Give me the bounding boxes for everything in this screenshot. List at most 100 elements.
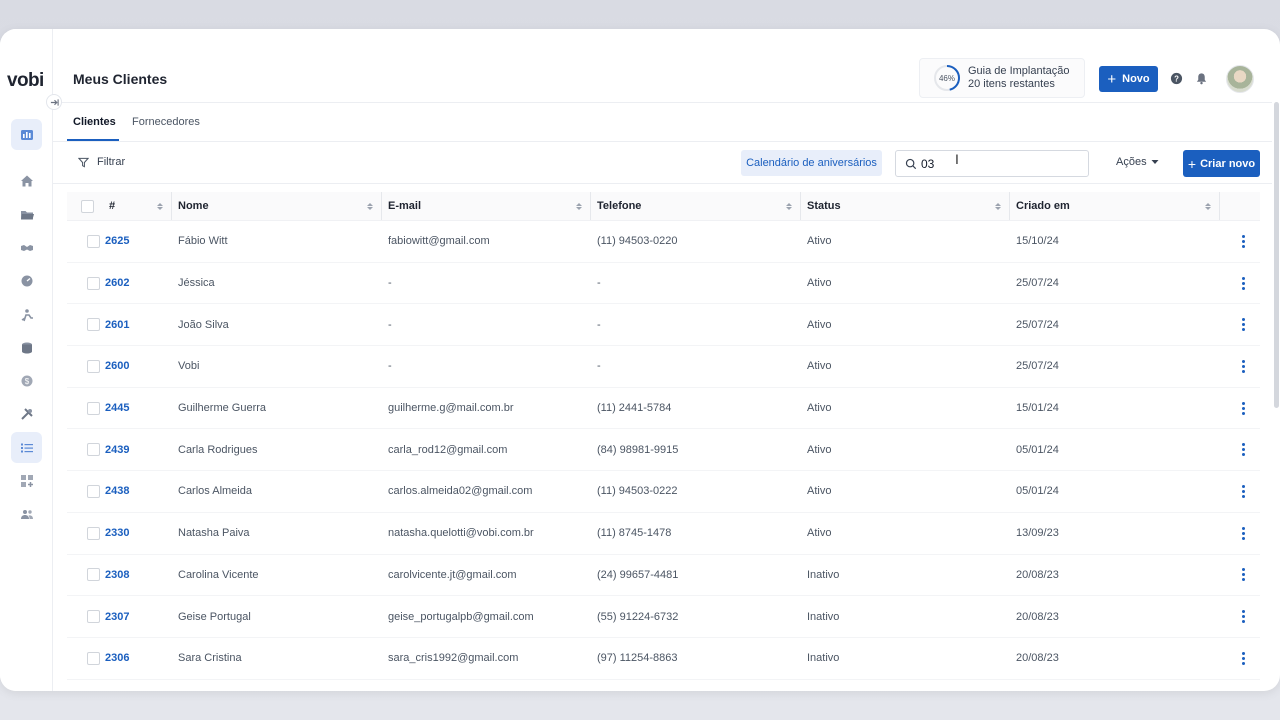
tab-clientes[interactable]: Clientes xyxy=(73,116,116,128)
row-actions-cell xyxy=(1220,387,1260,429)
sidebar-item-dashboard[interactable] xyxy=(11,119,42,150)
client-created-date: 25/07/24 xyxy=(1016,318,1059,331)
client-phone: - xyxy=(597,318,601,331)
row-checkbox[interactable] xyxy=(87,484,100,498)
row-select-cell xyxy=(67,346,103,388)
more-options-icon[interactable] xyxy=(1226,610,1260,624)
table-row[interactable]: 2330 Natasha Paiva natasha.quelotti@vobi.c… xyxy=(67,512,1260,554)
table-row[interactable]: 2438 Carlos Almeida carlos.almeida02@gmail… xyxy=(67,471,1260,513)
sidebar-item-list[interactable] xyxy=(11,432,42,463)
more-options-icon[interactable] xyxy=(1226,651,1260,665)
column-header-id[interactable]: # xyxy=(103,192,172,221)
sidebar-item-home[interactable] xyxy=(11,165,42,196)
filter-button[interactable]: Filtrar xyxy=(78,156,125,168)
tab-fornecedores[interactable]: Fornecedores xyxy=(132,116,200,128)
client-id-link[interactable]: 2445 xyxy=(103,387,172,429)
row-checkbox[interactable] xyxy=(87,359,100,373)
client-id-link[interactable]: 2438 xyxy=(103,471,172,513)
sidebar-collapse-button[interactable] xyxy=(46,94,62,110)
more-options-icon[interactable] xyxy=(1226,526,1260,540)
more-options-icon[interactable] xyxy=(1226,359,1260,373)
client-id-link[interactable]: 2601 xyxy=(103,304,172,346)
sidebar-item-performance[interactable] xyxy=(11,265,42,296)
client-id-link[interactable]: 2308 xyxy=(103,554,172,596)
client-name: Guilherme Guerra xyxy=(178,402,267,415)
column-header-created[interactable]: Criado em xyxy=(1010,192,1220,221)
row-checkbox[interactable] xyxy=(87,651,100,665)
client-id-link[interactable]: 2330 xyxy=(103,512,172,554)
help-button[interactable]: ? xyxy=(1170,72,1184,86)
sidebar-item-team[interactable] xyxy=(11,498,42,529)
table-row[interactable]: 2601 João Silva - - Ativo 25/07/24 xyxy=(67,304,1260,346)
actions-dropdown[interactable]: Ações xyxy=(1116,156,1159,168)
row-checkbox[interactable] xyxy=(87,568,100,582)
row-checkbox[interactable] xyxy=(87,276,100,290)
table-row[interactable]: 2307 Geise Portugal geise_portugalpb@gmail… xyxy=(67,596,1260,638)
row-checkbox[interactable] xyxy=(87,234,100,248)
implementation-guide[interactable]: 46% Guia de Implantação 20 itens restant… xyxy=(919,58,1085,98)
column-header-status[interactable]: Status xyxy=(801,192,1010,221)
more-options-icon[interactable] xyxy=(1226,484,1260,498)
vobi-logo[interactable]: vobi xyxy=(7,70,44,92)
folder-icon xyxy=(20,210,34,219)
more-options-icon[interactable] xyxy=(1226,443,1260,457)
more-options-icon[interactable] xyxy=(1226,568,1260,582)
new-button[interactable]: + Novo xyxy=(1099,66,1158,92)
client-id-link[interactable]: 2602 xyxy=(103,262,172,304)
client-id-link[interactable]: 2625 xyxy=(103,221,172,263)
vertical-scrollbar[interactable] xyxy=(1274,102,1279,408)
client-id-link[interactable]: 2307 xyxy=(103,596,172,638)
sidebar-item-workers[interactable] xyxy=(11,299,42,330)
sidebar-item-projects[interactable] xyxy=(11,199,42,230)
table-row[interactable]: 2439 Carla Rodrigues carla_rod12@gmail.com… xyxy=(67,429,1260,471)
sidebar-item-tools[interactable] xyxy=(11,398,42,429)
table-row[interactable]: 2625 Fábio Witt fabiowitt@gmail.com (11) 94… xyxy=(67,221,1260,263)
search-input[interactable] xyxy=(921,156,1071,171)
column-header-phone[interactable]: Telefone xyxy=(591,192,801,221)
client-created-date: 05/01/24 xyxy=(1016,485,1059,498)
row-select-cell xyxy=(67,512,103,554)
client-email: natasha.quelotti@vobi.com.br xyxy=(388,527,534,540)
sidebar-item-finance[interactable]: $ xyxy=(11,365,42,396)
more-options-icon[interactable] xyxy=(1226,401,1260,415)
filter-icon xyxy=(78,157,89,167)
column-header-name[interactable]: Nome xyxy=(172,192,382,221)
more-options-icon[interactable] xyxy=(1226,234,1260,248)
client-id-link[interactable]: 2439 xyxy=(103,429,172,471)
client-name: Geise Portugal xyxy=(178,610,251,623)
row-checkbox[interactable] xyxy=(87,401,100,415)
table-row[interactable]: 2602 Jéssica - - Ativo 25/07/24 xyxy=(67,262,1260,304)
more-options-icon[interactable] xyxy=(1226,276,1260,290)
notifications-button[interactable] xyxy=(1195,72,1209,86)
table-row[interactable]: 2306 Sara Cristina sara_cris1992@gmail.com… xyxy=(67,637,1260,680)
row-select-cell xyxy=(67,429,103,471)
birthday-calendar-button[interactable]: Calendário de aniversários xyxy=(741,150,882,176)
sort-icon[interactable] xyxy=(576,202,582,210)
user-avatar[interactable] xyxy=(1226,65,1254,93)
sort-icon[interactable] xyxy=(786,202,792,210)
table-row[interactable]: 2445 Guilherme Guerra guilherme.g@mail.com… xyxy=(67,387,1260,429)
sort-icon[interactable] xyxy=(367,202,373,210)
sort-icon[interactable] xyxy=(157,202,163,210)
select-all-checkbox[interactable] xyxy=(81,199,94,213)
more-options-icon[interactable] xyxy=(1226,318,1260,332)
create-new-button[interactable]: + Criar novo xyxy=(1183,150,1260,177)
client-status: Inativo xyxy=(807,610,840,623)
header-divider xyxy=(53,102,1272,103)
search-box[interactable] xyxy=(895,150,1089,177)
sidebar-item-apps[interactable] xyxy=(11,465,42,496)
row-checkbox[interactable] xyxy=(87,526,100,540)
client-id-link[interactable]: 2600 xyxy=(103,346,172,388)
sidebar-item-inventory[interactable] xyxy=(11,332,42,363)
sort-icon[interactable] xyxy=(995,202,1001,210)
clients-table: # Nome E-mail Telefone Status Criado em … xyxy=(67,192,1260,691)
row-checkbox[interactable] xyxy=(87,610,100,624)
row-checkbox[interactable] xyxy=(87,443,100,457)
column-header-email[interactable]: E-mail xyxy=(382,192,591,221)
sort-icon[interactable] xyxy=(1205,202,1211,210)
client-id-link[interactable]: 2306 xyxy=(103,637,172,679)
table-row[interactable]: 2600 Vobi - - Ativo 25/07/24 xyxy=(67,346,1260,388)
row-checkbox[interactable] xyxy=(87,318,100,332)
table-row[interactable]: 2308 Carolina Vicente carolvicente.jt@gmai… xyxy=(67,554,1260,596)
sidebar-item-deals[interactable] xyxy=(11,232,42,263)
